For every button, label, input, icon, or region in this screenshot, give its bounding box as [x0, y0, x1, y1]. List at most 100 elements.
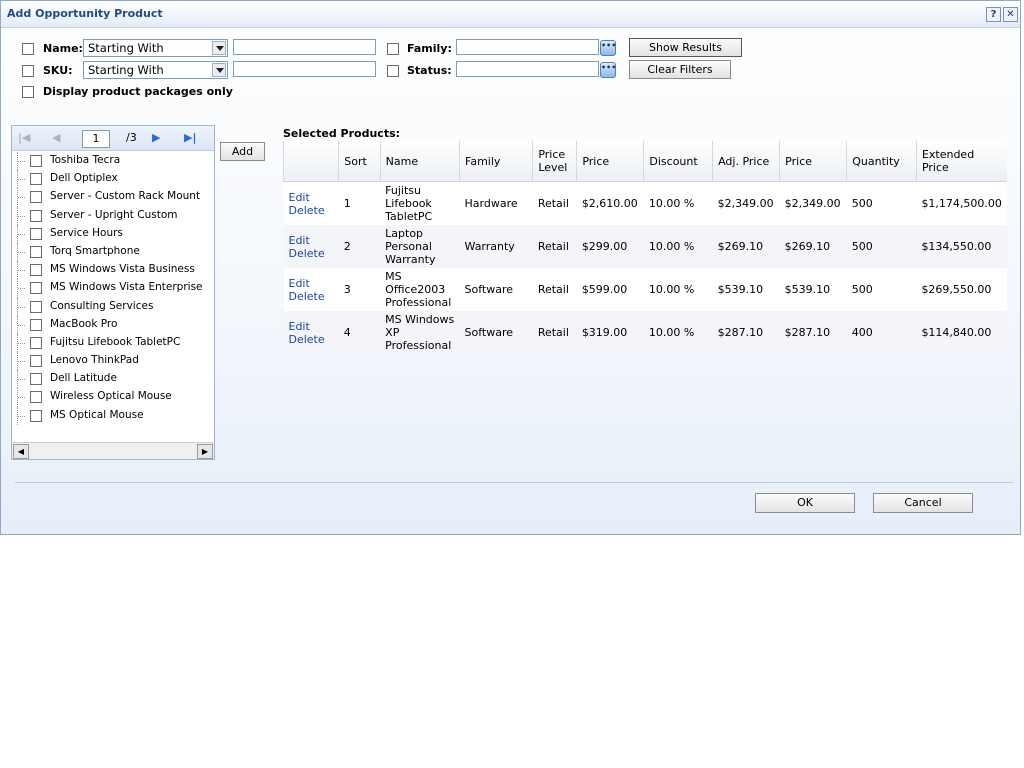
scroll-right-icon[interactable]: ▶ — [197, 444, 213, 459]
sku-input[interactable] — [233, 61, 376, 77]
family-filter-checkbox[interactable] — [387, 43, 399, 55]
product-checkbox[interactable] — [30, 336, 42, 349]
column-header[interactable]: Adj. Price — [712, 141, 780, 182]
table-header-row: Sort Name Family Price Level Price Discount Ad… — [282, 141, 1007, 182]
list-item[interactable]: Fujitsu Lifebook TabletPC — [12, 333, 214, 353]
family-input[interactable] — [456, 39, 599, 55]
family-lookup-icon[interactable]: ••• — [600, 40, 616, 56]
cell-adj: $539.10 — [712, 268, 780, 311]
column-header[interactable]: Price — [576, 141, 644, 182]
tree-connector — [17, 279, 26, 298]
cell-qty: 500 — [846, 181, 917, 225]
product-checkbox[interactable] — [30, 300, 42, 313]
show-results-button[interactable]: Show Results — [629, 38, 742, 57]
name-input[interactable] — [233, 39, 376, 55]
cell-adj: $287.10 — [712, 311, 780, 354]
delete-link[interactable]: Delete — [289, 290, 325, 303]
edit-link[interactable]: Edit — [289, 191, 310, 204]
column-header[interactable]: Quantity — [846, 141, 917, 182]
list-item[interactable]: Dell Latitude — [12, 370, 214, 389]
cell-discount: 10.00 % — [643, 311, 713, 354]
column-header[interactable]: Name — [379, 141, 460, 182]
close-icon[interactable]: ✕ — [1003, 7, 1018, 22]
product-checkbox[interactable] — [30, 209, 42, 222]
list-item[interactable]: Dell Optiplex — [12, 170, 214, 189]
product-label: Server - Custom Rack Mount — [50, 190, 201, 203]
product-label: Consulting Services — [50, 299, 154, 312]
first-page-icon[interactable]: |◀ — [18, 131, 30, 144]
scroll-left-icon[interactable]: ◀ — [13, 444, 29, 459]
cell-qty: 500 — [846, 225, 917, 268]
column-header[interactable]: Family — [459, 141, 533, 182]
page-number-input[interactable]: 1 — [82, 130, 110, 148]
delete-link[interactable]: Delete — [289, 247, 325, 260]
product-checkbox[interactable] — [30, 264, 42, 277]
add-opportunity-product-dialog: Add Opportunity Product ? ✕ Name: Starti… — [0, 0, 1021, 535]
product-checkbox[interactable] — [30, 155, 42, 167]
prev-page-icon[interactable]: ◀ — [52, 131, 60, 144]
list-item[interactable]: MS Windows Vista Business — [12, 261, 214, 280]
status-lookup-icon[interactable]: ••• — [600, 62, 616, 78]
delete-link[interactable]: Delete — [289, 204, 325, 217]
help-icon[interactable]: ? — [986, 7, 1001, 22]
name-operator-value: Starting With — [88, 41, 164, 55]
cell-qty: 400 — [846, 311, 917, 354]
horizontal-scrollbar[interactable]: ◀ ▶ — [12, 442, 214, 459]
cell-level: Retail — [532, 268, 577, 311]
list-item[interactable]: Wireless Optical Mouse — [12, 388, 214, 407]
list-item[interactable]: Torq Smartphone — [12, 242, 214, 262]
product-checkbox[interactable] — [30, 409, 42, 422]
list-item[interactable]: Service Hours — [12, 224, 214, 243]
status-filter-checkbox[interactable] — [387, 65, 399, 77]
cell-name: Fujitsu Lifebook TabletPC — [380, 181, 460, 225]
cancel-button[interactable]: Cancel — [873, 493, 973, 513]
name-filter-checkbox[interactable] — [22, 43, 34, 55]
last-page-icon[interactable]: ▶| — [184, 131, 196, 144]
next-page-icon[interactable]: ▶ — [152, 131, 160, 144]
edit-link[interactable]: Edit — [289, 277, 310, 290]
column-header[interactable] — [282, 141, 339, 182]
name-operator-select[interactable]: Starting With — [83, 39, 228, 57]
edit-link[interactable]: Edit — [289, 320, 310, 333]
column-header[interactable]: Sort — [338, 141, 381, 182]
status-input[interactable] — [456, 61, 599, 77]
sku-operator-select[interactable]: Starting With — [83, 61, 228, 79]
column-header[interactable]: Discount — [643, 141, 713, 182]
product-checkbox[interactable] — [30, 245, 42, 258]
product-checkbox[interactable] — [30, 391, 42, 404]
list-item[interactable]: Server - Custom Rack Mount — [12, 188, 214, 207]
product-checkbox[interactable] — [30, 191, 42, 204]
product-label: Torq Smartphone — [50, 244, 140, 257]
column-header[interactable]: Price — [779, 141, 847, 182]
clear-filters-button[interactable]: Clear Filters — [629, 60, 731, 79]
product-checkbox[interactable] — [30, 227, 42, 240]
ok-button[interactable]: OK — [755, 493, 855, 513]
column-header[interactable]: Extended Price — [915, 141, 1007, 182]
page-total: /3 — [126, 131, 137, 144]
list-item[interactable]: MacBook Pro — [12, 315, 214, 334]
row-actions: Edit Delete — [283, 268, 339, 311]
list-item[interactable]: Lenovo ThinkPad — [12, 352, 214, 371]
list-item[interactable]: MS Windows Vista Enterprise — [12, 279, 214, 298]
list-item[interactable]: Server - Upright Custom — [12, 206, 214, 225]
product-label: Fujitsu Lifebook TabletPC — [50, 335, 181, 348]
edit-link[interactable]: Edit — [289, 234, 310, 247]
product-label: Server - Upright Custom — [50, 208, 178, 221]
cell-discount: 10.00 % — [643, 225, 713, 268]
packages-only-checkbox[interactable] — [22, 86, 34, 98]
list-item[interactable]: Consulting Services — [12, 297, 214, 316]
chevron-down-icon — [212, 63, 226, 77]
list-item[interactable]: Toshiba Tecra — [12, 152, 214, 171]
column-header[interactable]: Price Level — [532, 141, 577, 182]
add-button[interactable]: Add — [220, 142, 265, 161]
product-checkbox[interactable] — [30, 173, 42, 186]
sku-filter-checkbox[interactable] — [22, 65, 34, 77]
product-label: MS Windows Vista Enterprise — [50, 281, 203, 294]
product-checkbox[interactable] — [30, 282, 42, 295]
product-checkbox[interactable] — [30, 355, 42, 368]
delete-link[interactable]: Delete — [289, 333, 325, 346]
product-checkbox[interactable] — [30, 318, 42, 331]
list-item[interactable]: MS Optical Mouse — [12, 406, 214, 425]
product-checkbox[interactable] — [30, 373, 42, 386]
cell-adj: $2,349.00 — [712, 181, 780, 225]
